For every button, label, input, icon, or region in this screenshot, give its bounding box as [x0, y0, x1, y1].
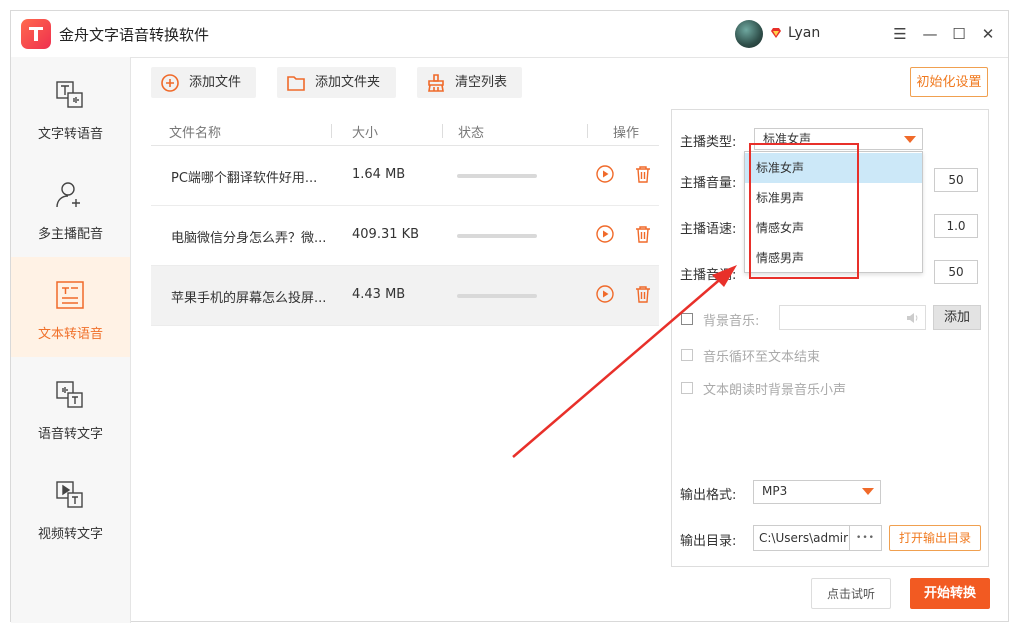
annotation-arrow: [512, 265, 737, 458]
annotation-arrow-line: [512, 275, 725, 458]
